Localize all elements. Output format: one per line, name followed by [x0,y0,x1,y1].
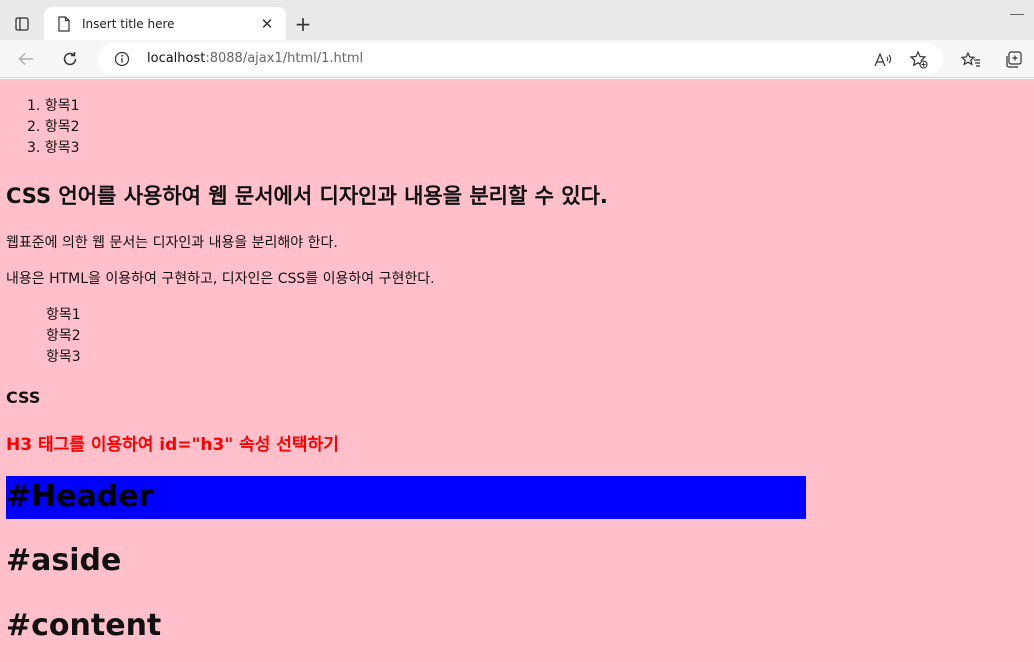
read-aloud-icon[interactable] [873,50,893,70]
favorites-icon[interactable] [960,49,982,71]
list-text: 항목3 [44,140,80,156]
url-text[interactable]: localhost:8088/ajax1/html/1.html [147,51,363,66]
list-number: 3. [27,140,41,156]
url-host: localhost [147,51,206,66]
close-tab-button[interactable]: ✕ [256,13,278,35]
new-tab-button[interactable]: + [290,12,316,36]
collections-icon[interactable] [1003,49,1025,71]
list-item: 3. 항목3 [27,138,79,159]
back-button[interactable] [11,45,41,73]
list-text: 항목1 [44,98,80,114]
h3-id-selector-heading: H3 태그를 이용하여 id="h3" 속성 선택하기 [6,435,339,455]
star-plus-icon[interactable] [909,50,929,70]
tab-strip: Insert title here ✕ + [0,0,1034,40]
list-item: 항목3 [46,349,81,365]
back-arrow-icon [18,52,33,66]
header-heading: #Header [6,479,154,514]
list-item: 항목2 [46,328,81,344]
tab-title: Insert title here [82,16,175,31]
definition-list: 항목1 항목2 항목3 [46,305,81,368]
list-item: 항목1 [46,307,81,323]
css-heading: CSS [6,388,41,407]
browser-toolbar: localhost:8088/ajax1/html/1.html [0,40,1034,78]
list-number: 2. [27,119,41,135]
ordered-list: 1. 항목1 2. 항목2 3. 항목3 [27,96,79,159]
reload-icon [63,52,77,66]
page-viewport: 1. 항목1 2. 항목2 3. 항목3 CSS 언어를 사용하여 웹 문서에서… [0,79,1034,662]
address-bar[interactable]: localhost:8088/ajax1/html/1.html [98,43,943,75]
header-block: #Header [6,476,806,519]
content-heading: #content [6,608,162,643]
list-item: 2. 항목2 [27,117,79,138]
tab-actions-icon[interactable] [8,10,36,38]
reload-button[interactable] [55,45,85,73]
list-item: 1. 항목1 [27,96,79,117]
list-text: 항목2 [44,119,80,135]
paragraph-web-standard: 웹표준에 의한 웹 문서는 디자인과 내용을 분리해야 한다. [6,235,338,251]
paragraph-html-css: 내용은 HTML을 이용하여 구현하고, 디자인은 CSS를 이용하여 구현한다… [6,271,435,287]
list-number: 1. [27,98,41,114]
info-icon[interactable] [114,51,130,67]
document-icon [56,15,72,32]
aside-heading: #aside [6,543,122,578]
url-path: :8088/ajax1/html/1.html [205,51,364,66]
browser-tab[interactable]: Insert title here ✕ [44,7,286,40]
page-heading: CSS 언어를 사용하여 웹 문서에서 디자인과 내용을 분리할 수 있다. [6,184,608,208]
minimize-window-button[interactable] [1010,14,1024,15]
